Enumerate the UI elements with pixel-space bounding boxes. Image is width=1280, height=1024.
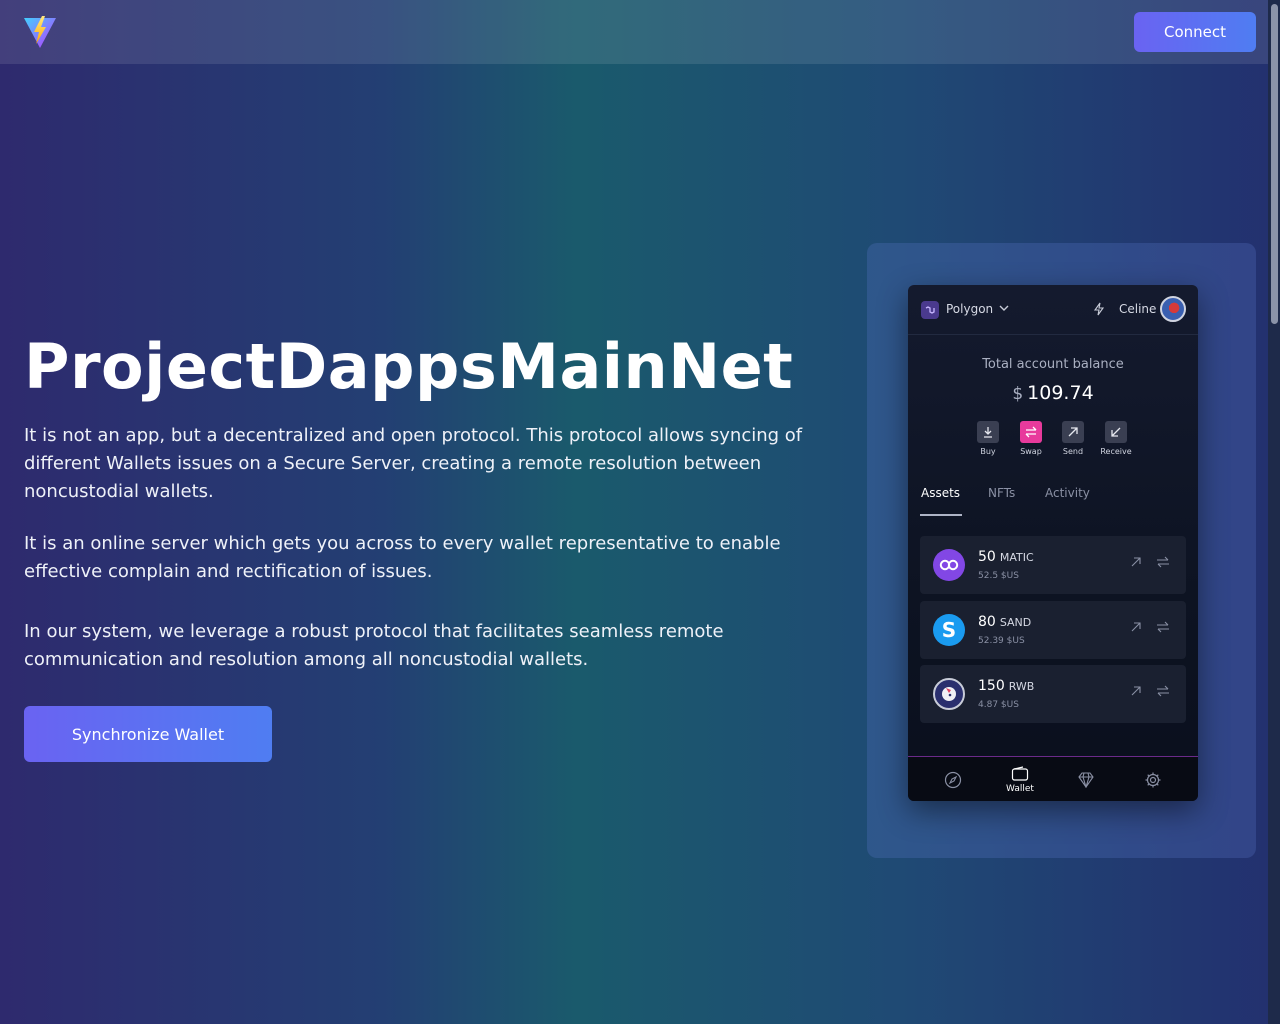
- gear-icon: [1145, 772, 1161, 787]
- swap-icon: [1020, 421, 1042, 443]
- active-tab-indicator: [920, 514, 962, 516]
- send-icon[interactable]: [1130, 556, 1142, 568]
- logo-icon[interactable]: [22, 14, 58, 50]
- download-icon: [977, 421, 999, 443]
- tab-assets[interactable]: Assets: [921, 486, 960, 500]
- send-action[interactable]: Send: [1051, 421, 1095, 456]
- page-title: ProjectDappsMainNet: [24, 330, 794, 403]
- asset-usd-value: 4.87 $US: [978, 700, 1019, 710]
- asset-usd-value: 52.39 $US: [978, 636, 1025, 646]
- send-icon[interactable]: [1130, 685, 1142, 697]
- server-paragraph: It is an online server which gets you ac…: [24, 533, 781, 582]
- user-name: Celine: [1119, 302, 1157, 316]
- asset-usd-value: 52.5 $US: [978, 571, 1019, 581]
- synchronize-wallet-button[interactable]: Synchronize Wallet: [24, 706, 272, 762]
- swap-icon[interactable]: [1156, 556, 1170, 568]
- matic-icon: [933, 549, 965, 581]
- avatar[interactable]: [1160, 296, 1186, 322]
- swap-label: Swap: [1020, 447, 1042, 456]
- system-paragraph: In our system, we leverage a robust prot…: [24, 621, 724, 670]
- buy-action[interactable]: Buy: [966, 421, 1010, 456]
- receive-label: Receive: [1100, 447, 1132, 456]
- buy-label: Buy: [980, 447, 996, 456]
- swap-action[interactable]: Swap: [1009, 421, 1053, 456]
- swap-icon[interactable]: [1156, 685, 1170, 697]
- bolt-icon[interactable]: [1093, 302, 1105, 316]
- page-scrollbar[interactable]: [1268, 0, 1280, 1024]
- connect-button[interactable]: Connect: [1134, 12, 1256, 52]
- nav-wallet-label: Wallet: [1006, 783, 1034, 794]
- currency-symbol: $: [1012, 384, 1024, 404]
- send-icon[interactable]: [1130, 621, 1142, 633]
- scrollbar-thumb[interactable]: [1271, 4, 1278, 324]
- nav-settings[interactable]: [1123, 757, 1183, 801]
- arrow-down-left-icon: [1105, 421, 1127, 443]
- arrow-up-right-icon: [1062, 421, 1084, 443]
- asset-amount-value: 80: [978, 614, 996, 630]
- swap-icon[interactable]: [1156, 621, 1170, 633]
- nav-wallet[interactable]: Wallet: [990, 757, 1050, 801]
- nav-nfts[interactable]: [1056, 757, 1116, 801]
- chevron-down-icon[interactable]: [998, 302, 1010, 314]
- wallet-mockup: Polygon Celine Total account balance $10…: [908, 285, 1198, 801]
- asset-amount-value: 50: [978, 549, 996, 565]
- receive-action[interactable]: Receive: [1094, 421, 1138, 456]
- polygon-icon: [921, 301, 939, 319]
- diamond-icon: [1078, 771, 1094, 788]
- list-item[interactable]: 50 MATIC 52.5 $US: [920, 536, 1186, 594]
- tab-nfts[interactable]: NFTs: [988, 486, 1015, 500]
- asset-amount: 80 SAND: [978, 614, 1031, 630]
- list-item[interactable]: S 80 SAND 52.39 $US: [920, 601, 1186, 659]
- intro-paragraph: It is not an app, but a decentralized an…: [24, 425, 803, 502]
- tab-activity[interactable]: Activity: [1045, 486, 1090, 500]
- sand-icon: S: [933, 614, 965, 646]
- asset-symbol: RWB: [1008, 680, 1035, 693]
- asset-amount: 150 RWB: [978, 678, 1034, 694]
- compass-icon: [944, 771, 962, 788]
- top-bar: Connect: [0, 0, 1268, 64]
- balance-value: 109.74: [1027, 382, 1094, 404]
- unicorn-icon: [933, 678, 965, 710]
- balance-label: Total account balance: [982, 357, 1124, 372]
- asset-symbol: SAND: [999, 616, 1032, 629]
- nav-explore[interactable]: [923, 757, 983, 801]
- bottom-nav: Wallet: [908, 756, 1198, 801]
- list-item[interactable]: 150 RWB 4.87 $US: [920, 665, 1186, 723]
- balance-amount: $109.74: [908, 382, 1198, 404]
- wallet-icon: [1011, 765, 1029, 781]
- network-name[interactable]: Polygon: [946, 302, 993, 316]
- wallet-header: Polygon Celine: [908, 285, 1198, 335]
- asset-amount: 50 MATIC: [978, 549, 1034, 565]
- asset-symbol: MATIC: [999, 551, 1034, 564]
- asset-amount-value: 150: [978, 678, 1005, 694]
- send-label: Send: [1062, 447, 1084, 456]
